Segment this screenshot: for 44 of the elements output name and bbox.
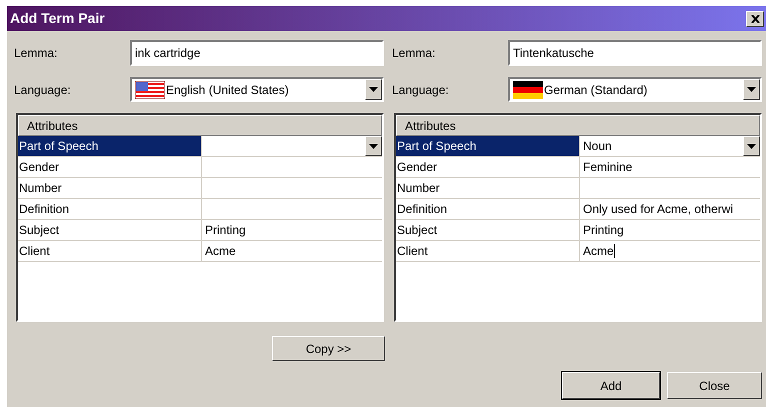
attribute-value[interactable]: Acme [583, 242, 614, 260]
window-title: Add Term Pair [10, 9, 105, 28]
language-dropdown[interactable]: German (Standard) [508, 77, 762, 102]
lemma-field[interactable]: Tintenkatusche [508, 40, 762, 66]
dialog-button[interactable]: Add [562, 372, 660, 399]
attribute-name[interactable]: Subject [396, 220, 580, 240]
text-cursor [614, 244, 615, 258]
attribute-name[interactable]: Definition [396, 199, 580, 219]
attribute-name[interactable]: Gender [396, 157, 580, 177]
attribute-value[interactable]: Printing [583, 221, 624, 239]
flag-icon [513, 80, 543, 98]
attribute-value[interactable]: Acme [205, 242, 236, 260]
attribute-name[interactable]: Definition [18, 199, 202, 219]
flag-icon [135, 80, 165, 98]
language-dropdown[interactable]: English (United States) [130, 77, 384, 102]
attribute-value[interactable]: Feminine [583, 158, 632, 176]
attribute-name[interactable]: Gender [18, 157, 202, 177]
dropdown-button[interactable] [365, 136, 382, 156]
attribute-name[interactable]: Part of Speech [396, 136, 580, 156]
lemma-label: Lemma: [14, 45, 58, 62]
attribute-name[interactable]: Subject [18, 220, 202, 240]
attribute-name[interactable]: Number [396, 178, 580, 198]
attribute-value[interactable]: Noun [583, 137, 612, 155]
column-header: Attributes [18, 115, 382, 136]
dropdown-arrow-icon [369, 144, 378, 148]
attribute-name[interactable]: Number [18, 178, 202, 198]
dropdown-arrow-icon [747, 87, 756, 92]
attribute-value[interactable]: Printing [205, 221, 246, 239]
dropdown-button[interactable] [743, 136, 760, 156]
lemma-label: Lemma: [392, 45, 436, 62]
attribute-name[interactable]: Client [396, 241, 580, 261]
lemma-field[interactable]: ink cartridge [130, 40, 384, 66]
attribute-value[interactable]: Only used for Acme, otherwi [583, 200, 734, 218]
copy-button[interactable]: Copy >> [272, 336, 385, 361]
dialog-button[interactable]: Close [667, 372, 762, 399]
language-label: Language: [14, 82, 72, 98]
attribute-name[interactable]: Part of Speech [18, 136, 202, 156]
dropdown-arrow-icon [369, 87, 378, 92]
close-icon [750, 14, 760, 22]
column-header: Attributes [396, 115, 760, 136]
attribute-name[interactable]: Client [18, 241, 202, 261]
dropdown-arrow-icon [747, 144, 756, 148]
close-button[interactable] [746, 10, 764, 26]
language-label: Language: [392, 82, 450, 98]
